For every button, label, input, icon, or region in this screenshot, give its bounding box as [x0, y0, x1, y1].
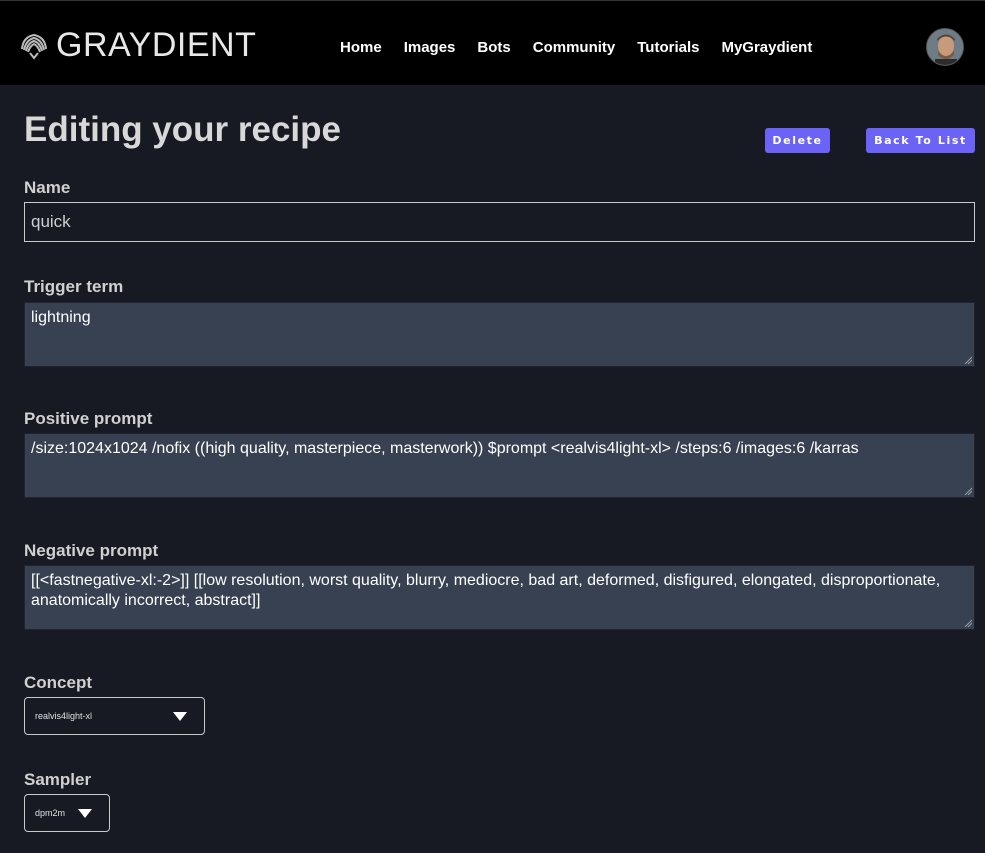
caret-down-icon [173, 712, 187, 721]
negative-prompt-textarea[interactable]: [[<fastnegative-xl:-2>]] [[low resolutio… [24, 565, 975, 630]
trigger-term-value: lightning [31, 309, 91, 326]
concept-label: Concept [24, 673, 92, 692]
negative-prompt-value: [[<fastnegative-xl:-2>]] [[low resolutio… [31, 572, 941, 609]
delete-button[interactable]: Delete [765, 128, 830, 153]
back-to-list-button[interactable]: Back To List [866, 128, 975, 153]
name-value: quick [31, 212, 71, 231]
sampler-select[interactable]: dpm2m [24, 794, 110, 832]
name-label: Name [24, 178, 71, 197]
page-title: Editing your recipe [24, 110, 341, 149]
sampler-selected-value: dpm2m [35, 808, 66, 818]
nav-mygraydient[interactable]: MyGraydient [721, 39, 812, 56]
user-avatar[interactable] [926, 28, 964, 66]
top-navbar: GRAYDIENT Home Images Bots Community Tut… [0, 0, 985, 85]
main-nav: Home Images Bots Community Tutorials MyG… [340, 39, 834, 56]
resize-grip-icon[interactable] [964, 487, 972, 495]
positive-prompt-textarea[interactable]: /size:1024x1024 /nofix ((high quality, m… [24, 433, 975, 498]
brand-name: GRAYDIENT [56, 26, 257, 64]
sampler-label: Sampler [24, 770, 92, 789]
negative-prompt-label: Negative prompt [24, 541, 159, 560]
concept-select[interactable]: realvis4light-xl [24, 697, 205, 735]
nav-bots[interactable]: Bots [477, 39, 510, 56]
resize-grip-icon[interactable] [964, 356, 972, 364]
nav-tutorials[interactable]: Tutorials [637, 39, 699, 56]
positive-prompt-label: Positive prompt [24, 409, 153, 428]
nav-community[interactable]: Community [533, 39, 616, 56]
nav-images[interactable]: Images [404, 39, 456, 56]
nav-home[interactable]: Home [340, 39, 382, 56]
trigger-term-label: Trigger term [24, 277, 124, 296]
trigger-term-textarea[interactable]: lightning [24, 302, 975, 367]
shell-logo-icon [21, 33, 47, 60]
resize-grip-icon[interactable] [964, 619, 972, 627]
positive-prompt-value: /size:1024x1024 /nofix ((high quality, m… [31, 440, 859, 457]
concept-selected-value: realvis4light-xl [35, 711, 93, 721]
avatar-icon [927, 29, 963, 65]
name-input[interactable]: quick [24, 202, 975, 242]
brand-logo[interactable]: GRAYDIENT [20, 28, 256, 62]
caret-down-icon [78, 809, 92, 818]
